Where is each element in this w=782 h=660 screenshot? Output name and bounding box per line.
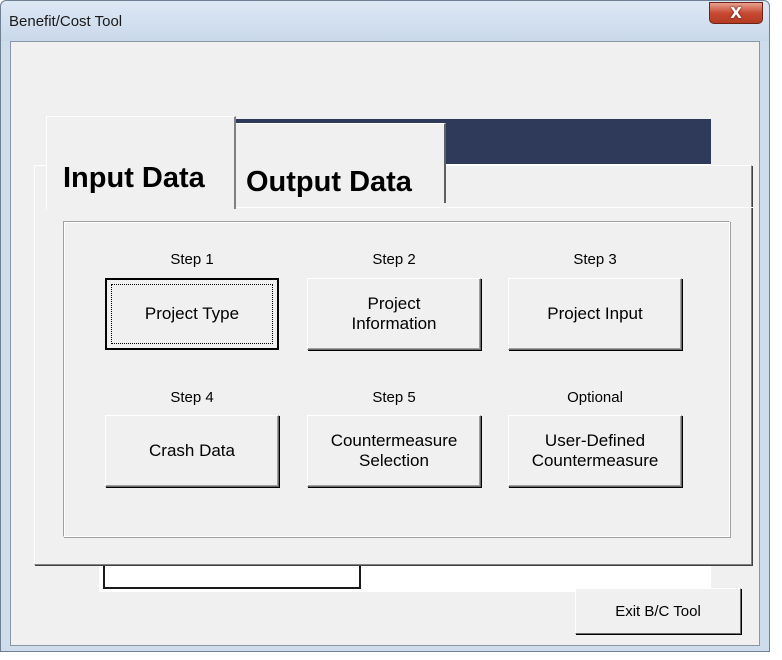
tab-input-data-label: Input Data (63, 162, 205, 194)
tab-input-data[interactable]: Input Data (46, 116, 236, 209)
step-5-label: Step 5 (372, 389, 416, 406)
project-information-button[interactable]: Project Information (307, 278, 481, 350)
benefit-cost-tool-window: Benefit/Cost Tool X Input Data Output Da… (0, 0, 770, 652)
step-4-label: Step 4 (170, 389, 214, 406)
exit-button[interactable]: Exit B/C Tool (575, 588, 741, 634)
step-1-label: Step 1 (170, 251, 214, 268)
crash-data-button[interactable]: Crash Data (105, 415, 279, 487)
step-3-label: Step 3 (573, 251, 617, 268)
tab-output-data-label: Output Data (246, 166, 412, 198)
project-input-button[interactable]: Project Input (508, 278, 682, 350)
tab-strip-divider (234, 207, 754, 208)
close-icon: X (730, 3, 742, 22)
countermeasure-selection-button[interactable]: Countermeasure Selection (307, 415, 481, 487)
step-2-label: Step 2 (372, 251, 416, 268)
steps-group-frame (63, 221, 730, 537)
optional-step-label: Optional (567, 389, 623, 406)
user-defined-countermeasure-button[interactable]: User-Defined Countermeasure (508, 415, 682, 487)
tab-output-data[interactable]: Output Data (236, 123, 446, 203)
title-bar[interactable]: Benefit/Cost Tool X (1, 1, 769, 41)
close-button[interactable]: X (709, 2, 763, 24)
window-title: Benefit/Cost Tool (9, 13, 123, 30)
project-type-button[interactable]: Project Type (105, 278, 279, 350)
